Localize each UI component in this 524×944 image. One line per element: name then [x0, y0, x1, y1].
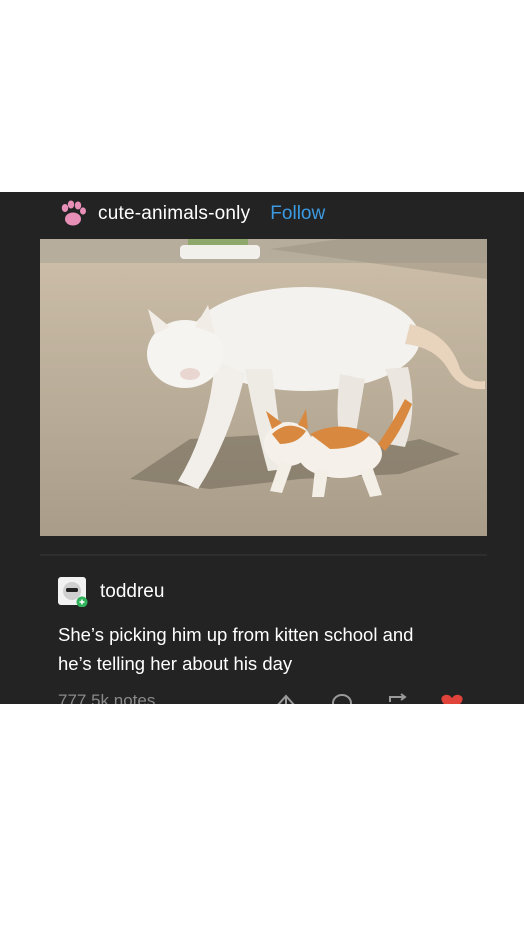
divider: [40, 554, 487, 556]
heart-icon[interactable]: [440, 692, 464, 704]
post-caption: She’s picking him up from kitten school …: [58, 620, 478, 678]
reblog-header: toddreu: [58, 577, 164, 608]
follow-button[interactable]: Follow: [270, 203, 325, 225]
blog-name[interactable]: cute-animals-only: [98, 203, 250, 225]
post-header: cute-animals-only Follow: [58, 200, 325, 228]
tumblr-post: cute-animals-only Follow toddreu She’s p…: [0, 192, 524, 704]
reblog-icon[interactable]: [386, 692, 410, 704]
post-photo[interactable]: [40, 239, 487, 536]
post-footer: 777.5k notes: [58, 686, 478, 704]
notes-count[interactable]: 777.5k notes: [58, 691, 155, 704]
caption-line: She’s picking him up from kitten school …: [58, 624, 414, 645]
reblog-username[interactable]: toddreu: [100, 581, 164, 603]
share-icon[interactable]: [274, 692, 298, 704]
avatar[interactable]: [58, 577, 88, 608]
comment-icon[interactable]: [330, 692, 354, 704]
paw-icon[interactable]: [58, 200, 88, 228]
caption-line: he’s telling her about his day: [58, 653, 293, 674]
